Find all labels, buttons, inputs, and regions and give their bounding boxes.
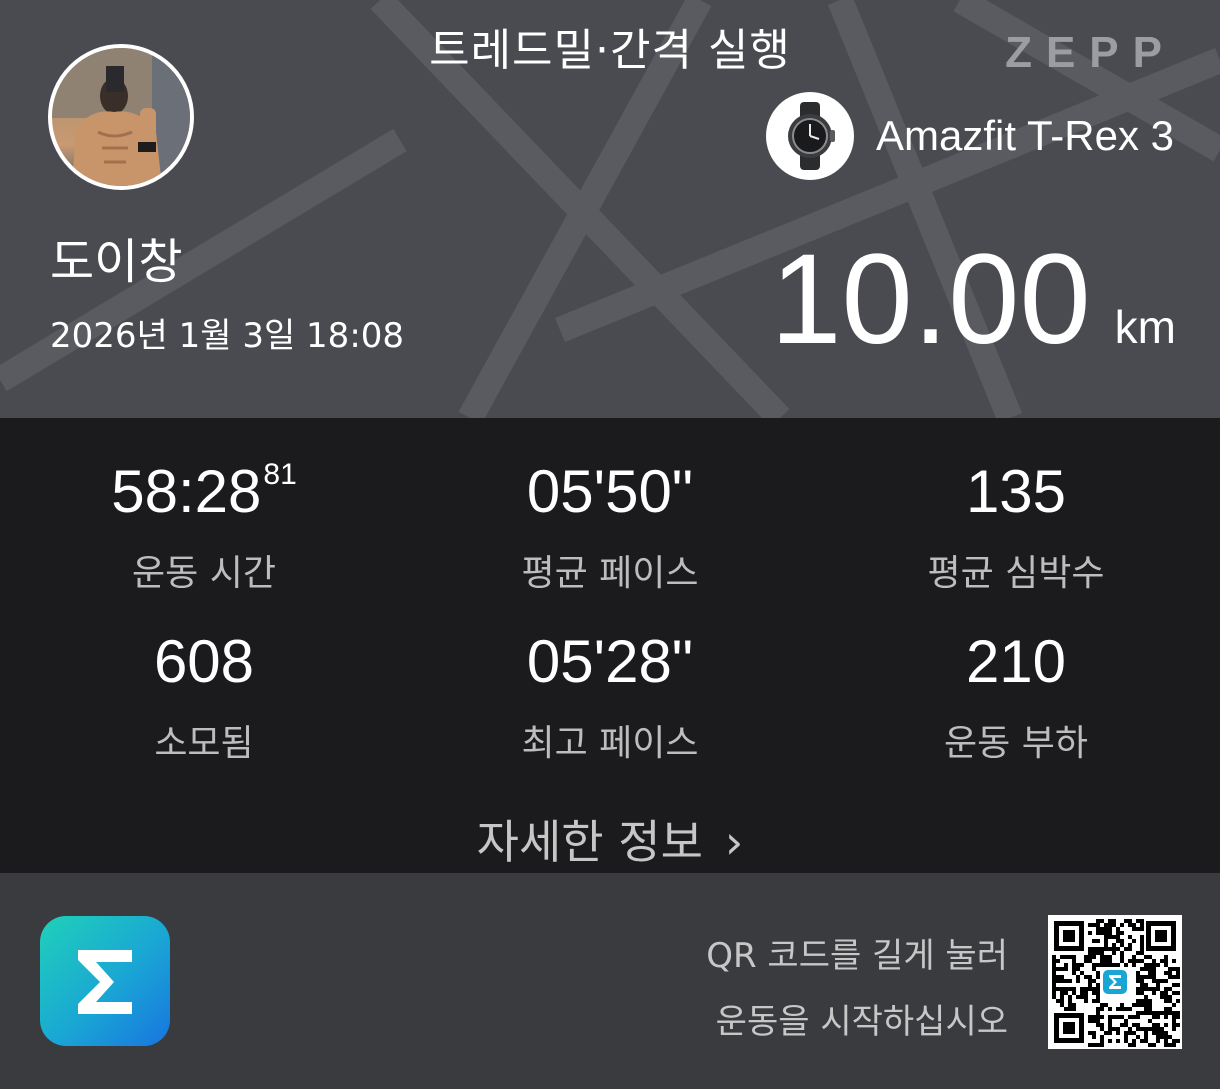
stat-value: 05'28" <box>526 628 694 695</box>
user-name: 도이창 <box>50 234 183 290</box>
distance-readout: 10.00 km <box>770 236 1176 364</box>
workout-datetime: 2026년 1월 3일 18:08 <box>50 316 405 356</box>
qr-instructions: QR 코드를 길게 눌러 운동을 시작하십시오 <box>706 923 1008 1055</box>
distance-value: 10.00 <box>770 228 1091 371</box>
user-avatar-photo-icon <box>52 48 190 186</box>
stat-value: 58:2881 <box>111 458 297 525</box>
qr-code-icon[interactable] <box>1048 915 1182 1049</box>
stat-value: 608 <box>153 628 255 695</box>
qr-instruction-line2: 운동을 시작하십시오 <box>715 1002 1008 1042</box>
details-label: 자세한 정보 <box>476 815 703 869</box>
stat-label: 운동 부하 <box>944 723 1088 764</box>
stat-training-load: 210 운동 부하 <box>816 632 1216 766</box>
chevron-right-icon: › <box>724 815 744 869</box>
stat-avg-pace: 05'50" 평균 페이스 <box>410 462 810 596</box>
stat-label: 운동 시간 <box>132 553 276 594</box>
stat-label: 최고 페이스 <box>521 723 699 764</box>
stat-value: 135 <box>965 458 1067 525</box>
share-footer: QR 코드를 길게 눌러 운동을 시작하십시오 <box>0 873 1220 1089</box>
zepp-sigma-logo-icon <box>40 916 170 1046</box>
details-link[interactable]: 자세한 정보 › <box>0 806 1220 872</box>
avatar[interactable] <box>48 44 194 190</box>
stat-workout-time: 58:2881 운동 시간 <box>4 458 404 596</box>
workout-header: 트레드밀·간격 실행 ZEPP 도이창 2026년 1월 3일 18:08 Am… <box>0 0 1220 418</box>
stat-label: 평균 심박수 <box>927 553 1105 594</box>
stat-label: 평균 페이스 <box>521 553 699 594</box>
stat-calories: 608 소모됨 <box>4 632 404 766</box>
smartwatch-icon <box>766 92 854 180</box>
qr-instruction-line1: QR 코드를 길게 눌러 <box>706 936 1008 976</box>
stat-label: 소모됨 <box>154 723 254 764</box>
device-name: Amazfit T-Rex 3 <box>876 112 1174 159</box>
distance-unit: km <box>1114 301 1176 353</box>
stat-best-pace: 05'28" 최고 페이스 <box>410 632 810 766</box>
stat-value-hundredths: 81 <box>263 458 297 491</box>
stat-value: 210 <box>965 628 1067 695</box>
stat-value: 05'50" <box>526 458 694 525</box>
workout-stats: 58:2881 운동 시간 05'50" 평균 페이스 135 평균 심박수 6… <box>0 418 1220 873</box>
stat-avg-heart-rate: 135 평균 심박수 <box>816 462 1216 596</box>
zepp-brand-logo: ZEPP <box>1005 28 1176 77</box>
